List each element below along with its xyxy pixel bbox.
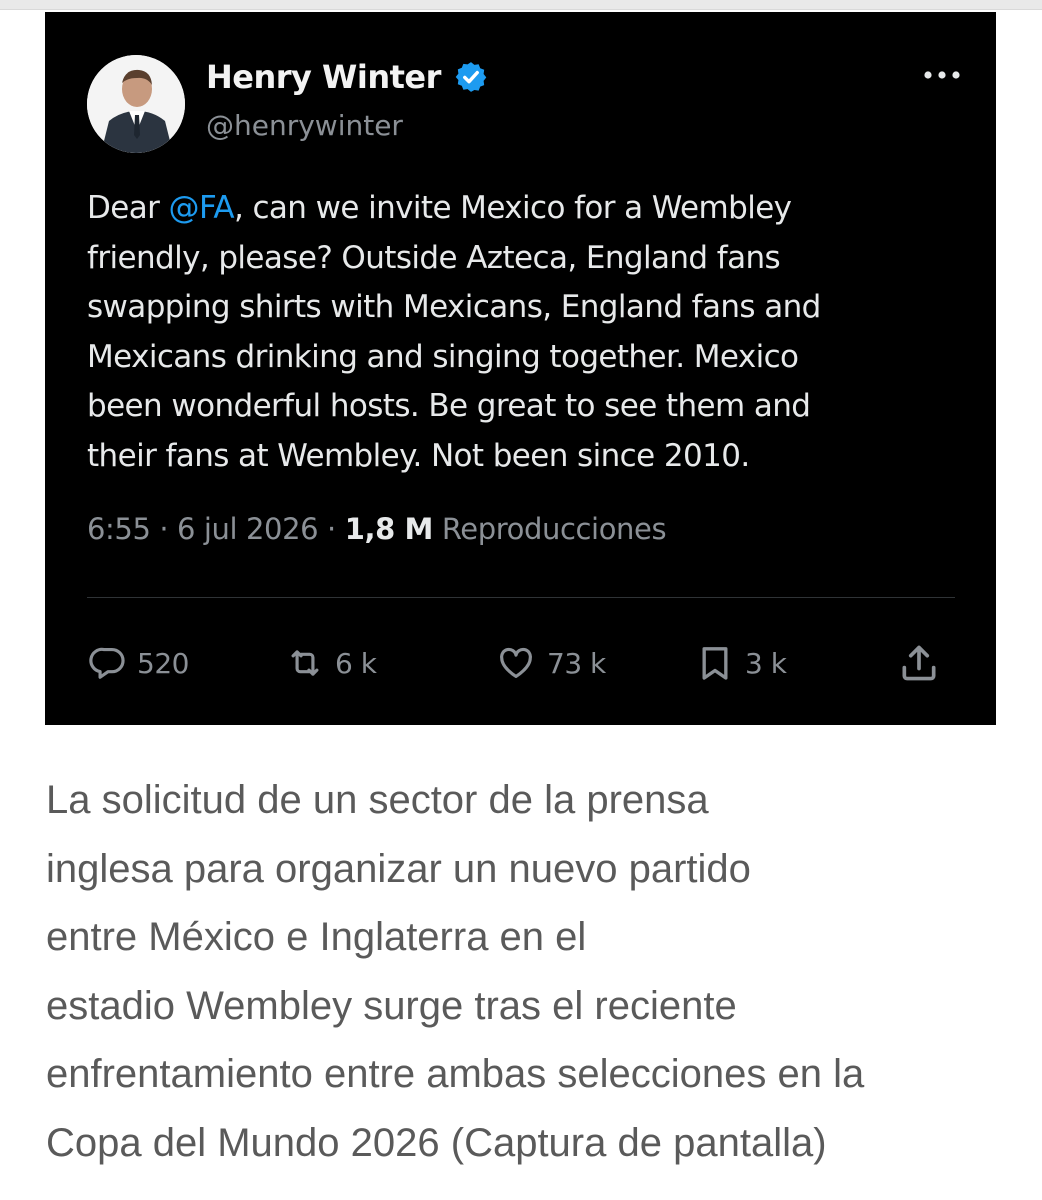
tweet-line: been wonderful hosts. Be great to see th…: [87, 388, 811, 425]
like-count: 73 k: [547, 646, 606, 680]
article-caption: La solicitud de un sector de la prensa i…: [46, 766, 1006, 1177]
like-button[interactable]: 73 k: [495, 640, 606, 686]
heart-icon: [500, 647, 532, 679]
tweet-line: Dear @FA, can we invite Mexico for a Wem…: [87, 184, 967, 234]
mention-link[interactable]: @FA: [169, 190, 235, 226]
avatar[interactable]: [87, 55, 185, 153]
tweet-meta: 6:55 · 6 jul 2026 · 1,8 M Reproducciones: [87, 512, 667, 546]
repost-icon: [291, 650, 319, 676]
more-options-icon[interactable]: [921, 68, 963, 82]
meta-separator: ·: [327, 512, 336, 546]
meta-separator: ·: [159, 512, 169, 546]
tweet-line: Mexicans drinking and singing together. …: [87, 338, 799, 375]
bookmark-icon: [702, 647, 728, 680]
display-name[interactable]: Henry Winter: [206, 58, 441, 96]
tweet-screenshot: Henry Winter @henrywinter Dear @FA, can …: [45, 12, 996, 725]
caption-line: entre México e Inglaterra en el: [46, 915, 587, 959]
caption-line: estadio Wembley surge tras el reciente: [46, 983, 737, 1028]
reply-count: 520: [137, 646, 189, 680]
caption-line: enfrentamiento entre ambas selecciones e…: [46, 1052, 865, 1096]
share-icon: [902, 645, 936, 681]
reply-button[interactable]: 520: [89, 640, 189, 686]
tweet-line: friendly, please? Outside Azteca, Englan…: [87, 239, 781, 276]
tweet-line: swapping shirts with Mexicans, England f…: [87, 289, 821, 326]
reply-icon: [89, 647, 125, 679]
repost-button[interactable]: 6 k: [285, 640, 377, 686]
repost-count: 6 k: [335, 646, 377, 680]
tweet-time[interactable]: 6:55: [87, 512, 151, 546]
tweet-line: their fans at Wembley. Not been since 20…: [87, 437, 750, 474]
tweet-text-start: Dear: [87, 190, 169, 226]
divider: [87, 597, 955, 598]
top-bar: [0, 0, 1042, 10]
bookmark-button[interactable]: 3 k: [695, 640, 787, 686]
caption-line: inglesa para organizar un nuevo partido: [46, 846, 751, 891]
caption-line: La solicitud de un sector de la prensa: [46, 778, 709, 822]
views-label: Reproducciones: [441, 512, 667, 546]
user-handle[interactable]: @henrywinter: [206, 109, 403, 142]
tweet-date[interactable]: 6 jul 2026: [177, 512, 319, 546]
share-button[interactable]: [897, 640, 941, 686]
caption-line: Copa del Mundo 2026 (Captura de pantalla…: [46, 1120, 827, 1165]
tweet-text: Dear @FA, can we invite Mexico for a Wem…: [87, 184, 967, 482]
verified-badge-icon: [455, 62, 487, 92]
tweet-text-segment: , can we invite Mexico for a Wembley: [233, 190, 792, 226]
views-count: 1,8 M: [344, 512, 434, 546]
bookmark-count: 3 k: [745, 646, 787, 680]
